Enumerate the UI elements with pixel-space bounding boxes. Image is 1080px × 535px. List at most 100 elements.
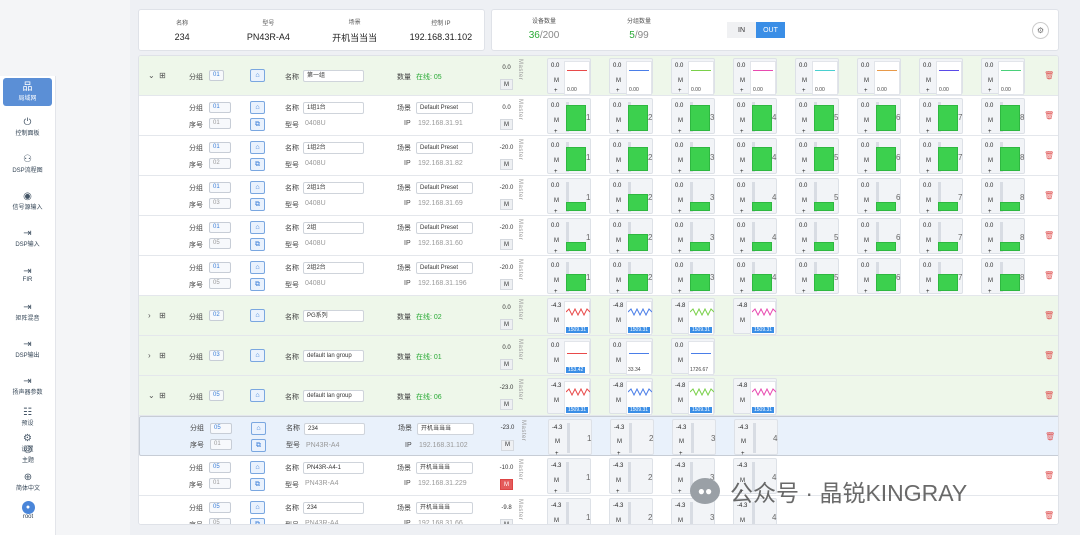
channel-mute-button[interactable]: M [674,355,687,366]
device-scene-select[interactable]: Default Preset [416,101,473,114]
channel-plus[interactable]: + [678,129,682,135]
master-mute-button[interactable]: M [500,239,513,251]
channel-mute-button[interactable]: M [922,196,935,207]
channel-mute-button[interactable]: M [922,75,935,86]
device-copy-icon[interactable]: ⧉ [250,118,265,131]
channel-mute-button[interactable]: M [674,156,687,167]
channel-plus[interactable]: + [740,289,744,295]
device-seq-select[interactable]: 03 [209,198,231,210]
device-seq-select[interactable]: 05 [209,278,231,290]
nav-dsp-flow[interactable]: ⚇ DSP流程图 [0,145,55,182]
device-scene-select[interactable]: 开机当当当 [417,422,474,435]
nav-preset[interactable]: ☷ 预设 [0,404,55,430]
device-group-select[interactable]: 01 [209,261,231,273]
channel-plus[interactable]: + [802,289,806,295]
nav-speaker-params[interactable]: ⇥ 扬声器参数 [0,367,55,404]
channel-plus[interactable]: + [678,88,682,94]
delete-icon[interactable]: 🗑 [1044,151,1054,160]
settings-gear-icon[interactable]: ⚙ [1032,22,1049,39]
channel-plus[interactable]: + [678,489,682,495]
channel-mute-button[interactable]: M [550,355,563,366]
channel-mute-button[interactable]: M [550,476,563,487]
channel-plus[interactable]: + [678,209,682,215]
device-seq-select[interactable]: 01 [210,439,232,451]
device-name-input[interactable]: 234 [303,501,364,514]
master-mute-button[interactable]: M [500,359,513,371]
channel-plus[interactable]: + [554,249,558,255]
channel-mute-button[interactable]: M [612,395,625,406]
device-group-select[interactable]: 05 [209,501,231,513]
expand-caret-icon[interactable]: › [148,351,151,360]
channel-plus[interactable]: + [988,289,992,295]
channel-mute-button[interactable]: M [550,315,563,326]
channel-mute-button[interactable]: M [798,236,811,247]
expand-caret-icon[interactable]: ⌄ [148,391,155,400]
device-locate-icon[interactable]: ⌂ [251,421,266,435]
group-name-input[interactable]: default lan group [303,350,364,362]
device-scene-select[interactable]: Default Preset [416,181,473,194]
group-number-select[interactable]: 03 [209,350,224,361]
channel-mute-button[interactable]: M [674,395,687,406]
nav-user[interactable]: ● root [0,501,56,520]
channel-plus[interactable]: + [616,289,620,295]
device-name-input[interactable]: 2组1台 [303,181,364,194]
channel-plus[interactable]: + [802,209,806,215]
channel-mute-button[interactable]: M [736,116,749,127]
nav-fir[interactable]: ⇥ FIR [0,256,55,293]
device-locate-icon[interactable]: ⌂ [250,100,265,114]
device-copy-icon[interactable]: ⧉ [250,478,265,491]
channel-plus[interactable]: + [926,249,930,255]
nav-theme[interactable]: ◎ 主题 [0,444,56,464]
device-name-input[interactable]: 1组1台 [303,101,364,114]
channel-mute-button[interactable]: M [984,236,997,247]
channel-plus[interactable]: + [616,489,620,495]
channel-mute-button[interactable]: M [736,395,749,406]
channel-plus[interactable]: + [926,88,930,94]
nav-signal-input[interactable]: ◉ 信号源输入 [0,182,55,219]
channel-mute-button[interactable]: M [860,116,873,127]
channel-mute-button[interactable]: M [550,156,563,167]
device-name-input[interactable]: PN43R-A4-1 [303,461,364,474]
delete-icon[interactable]: 🗑 [1044,111,1054,120]
group-name-input[interactable]: 第一组 [303,70,364,82]
channel-mute-button[interactable]: M [550,276,563,287]
master-mute-button[interactable]: M [500,519,513,524]
channel-fader[interactable] [628,502,631,524]
channel-plus[interactable]: + [740,88,744,94]
channel-mute-button[interactable]: M [798,156,811,167]
channel-mute-button[interactable]: M [551,437,564,448]
channel-fader[interactable] [566,502,569,524]
channel-plus[interactable]: + [554,169,558,175]
channel-mute-button[interactable]: M [984,196,997,207]
device-scene-select[interactable]: 开机当当当 [416,501,473,514]
channel-mute-button[interactable]: M [736,156,749,167]
delete-icon[interactable]: 🗑 [1044,351,1054,360]
channel-plus[interactable]: + [678,289,682,295]
device-group-select[interactable]: 01 [209,221,231,233]
delete-icon[interactable]: 🗑 [1044,511,1054,520]
channel-plus[interactable]: + [802,88,806,94]
channel-mute-button[interactable]: M [612,236,625,247]
channel-mute-button[interactable]: M [798,75,811,86]
channel-mute-button[interactable]: M [922,156,935,167]
device-seq-select[interactable]: 05 [209,238,231,250]
channel-mute-button[interactable]: M [674,516,687,524]
device-seq-select[interactable]: 01 [209,118,231,130]
channel-mute-button[interactable]: M [798,116,811,127]
device-locate-icon[interactable]: ⌂ [250,260,265,274]
device-locate-icon[interactable]: ⌂ [250,460,265,474]
channel-mute-button[interactable]: M [860,196,873,207]
group-name-input[interactable]: default lan group [303,390,364,402]
group-number-select[interactable]: 05 [209,390,224,401]
channel-plus[interactable]: + [988,129,992,135]
channel-plus[interactable]: + [740,209,744,215]
channel-plus[interactable]: + [864,209,868,215]
channel-mute-button[interactable]: M [612,116,625,127]
channel-plus[interactable]: + [802,129,806,135]
channel-mute-button[interactable]: M [550,196,563,207]
channel-mute-button[interactable]: M [922,236,935,247]
device-name-input[interactable]: 2组 [303,221,364,234]
channel-plus[interactable]: + [926,209,930,215]
device-copy-icon[interactable]: ⧉ [250,238,265,251]
channel-plus[interactable]: + [554,88,558,94]
